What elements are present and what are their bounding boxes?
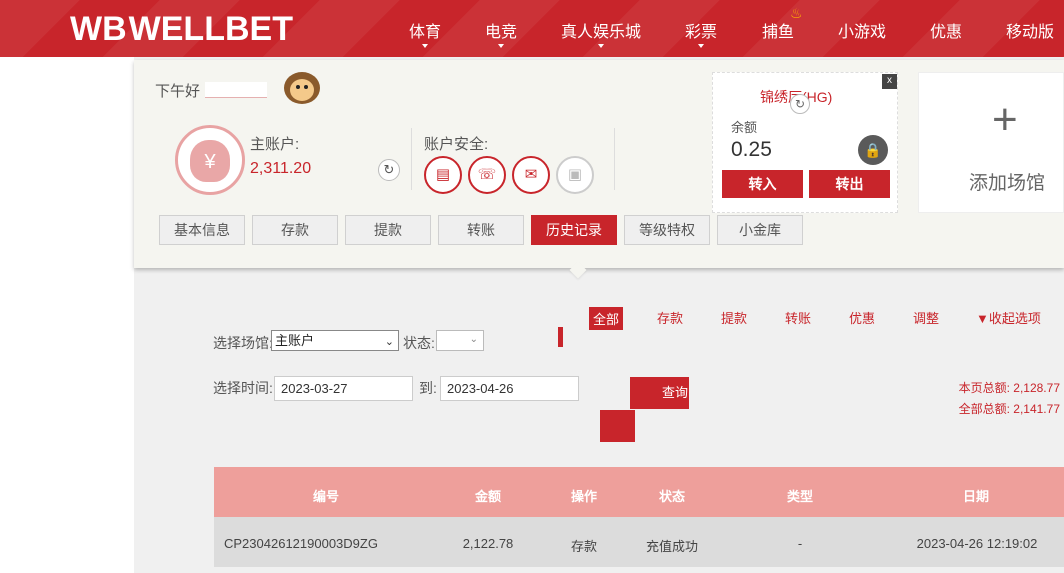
tab-transfer[interactable]: 转账 [438, 215, 524, 245]
column-header-amount: 金额 [474, 489, 501, 504]
nav-item-sports[interactable]: 体育 [409, 18, 441, 48]
query-button[interactable]: 查询 [630, 377, 689, 409]
nav-item-promotions[interactable]: 优惠 [930, 18, 962, 42]
tab-withdraw[interactable]: 提款 [345, 215, 431, 245]
cell-status: 充值成功 [645, 539, 698, 554]
main-account-balance: 2,311.20 [250, 160, 312, 177]
filter-transfer[interactable]: 转账 [785, 308, 811, 327]
all-total: 全部总额: 2,141.77 [958, 402, 1060, 416]
main-account-label: 主账户: [250, 136, 300, 153]
refresh-icon[interactable]: ↻ [378, 159, 400, 181]
tab-vip-privileges[interactable]: 等级特权 [624, 215, 710, 245]
date-from-input[interactable]: 2023-03-27 [274, 376, 413, 401]
nav-item-esports[interactable]: 电竞 [485, 18, 517, 48]
money-bag-icon: ¥ [175, 125, 245, 195]
bank-card-icon[interactable]: ▣ [556, 156, 594, 194]
monkey-avatar-icon [284, 72, 320, 104]
account-security-label: 账户安全: [424, 136, 489, 153]
add-venue-label: 添加场馆 [969, 173, 1046, 194]
cell-action: 存款 [570, 539, 597, 554]
transfer-in-button[interactable]: 转入 [722, 170, 803, 198]
filter-all[interactable]: 全部 [589, 307, 624, 330]
venue-balance: 0.25 [731, 138, 772, 161]
email-icon[interactable]: ✉ [512, 156, 550, 194]
filter-withdraw[interactable]: 提款 [721, 308, 747, 327]
venue-select-label: 选择场馆: [213, 335, 273, 351]
venue-select[interactable]: 主账户 ⌄ [271, 330, 399, 351]
nav-item-mini-games[interactable]: 小游戏 [838, 18, 886, 42]
date-to-input[interactable]: 2023-04-26 [440, 376, 579, 401]
wellbet-logo[interactable]: WB WELLBET [70, 10, 293, 48]
id-card-icon[interactable]: ▤ [424, 156, 462, 194]
divider [614, 128, 615, 190]
filter-deposit[interactable]: 存款 [657, 308, 683, 327]
cell-amount: 2,122.78 [462, 536, 514, 551]
status-label: 状态: [403, 335, 435, 351]
venue-balance-label: 余额 [731, 120, 758, 135]
cell-id: CP23042612190003D9ZG [224, 536, 378, 551]
nav-item-live-casino[interactable]: 真人娱乐城 [561, 18, 641, 48]
divider [411, 128, 412, 190]
nav-item-mobile[interactable]: 移动版 [1006, 18, 1054, 42]
sms-phone-icon[interactable]: ☏ [468, 156, 506, 194]
column-header-id: 编号 [312, 489, 339, 504]
fire-icon: ♨ [790, 5, 803, 21]
time-label: 选择时间: [213, 380, 273, 396]
column-header-type: 类型 [786, 489, 813, 504]
transfer-out-button[interactable]: 转出 [809, 170, 890, 198]
tab-deposit[interactable]: 存款 [252, 215, 338, 245]
chevron-down-icon: ⌄ [469, 334, 478, 345]
chevron-down-icon [698, 44, 704, 48]
collapse-options-toggle[interactable]: ▼收起选项 [976, 308, 1041, 327]
cell-date: 2023-04-26 12:19:02 [916, 536, 1038, 551]
to-label: 到: [419, 380, 437, 396]
status-select[interactable]: ⌄ [436, 330, 484, 351]
column-header-action: 操作 [570, 489, 597, 504]
filter-indicator [558, 327, 563, 347]
logo-mark: WB [70, 9, 127, 48]
tab-vault[interactable]: 小金库 [717, 215, 803, 245]
chevron-down-icon: ⌄ [384, 336, 394, 348]
column-header-date: 日期 [962, 489, 989, 504]
page-total: 本页总额: 2,128.77 [958, 381, 1060, 395]
tab-history[interactable]: 历史记录 [531, 215, 617, 245]
chevron-down-icon [498, 44, 504, 48]
refresh-icon[interactable]: ↻ [790, 94, 810, 114]
logo-text: WELLBET [128, 9, 293, 48]
nav-item-lottery[interactable]: 彩票 [685, 18, 717, 48]
tab-basic-info[interactable]: 基本信息 [159, 215, 245, 245]
chevron-down-icon [422, 44, 428, 48]
greeting: 下午好 [155, 83, 201, 100]
filter-promotion[interactable]: 优惠 [849, 308, 875, 327]
chevron-down-icon [598, 44, 604, 48]
plus-icon: + [992, 95, 1018, 144]
lock-icon[interactable]: 🔒 [858, 135, 888, 165]
column-header-status: 状态 [658, 489, 685, 504]
close-icon[interactable]: x [882, 74, 897, 89]
username-masked [205, 82, 267, 98]
decorative-block [600, 410, 635, 442]
filter-adjustment[interactable]: 调整 [913, 308, 939, 327]
cell-type: - [797, 536, 803, 551]
